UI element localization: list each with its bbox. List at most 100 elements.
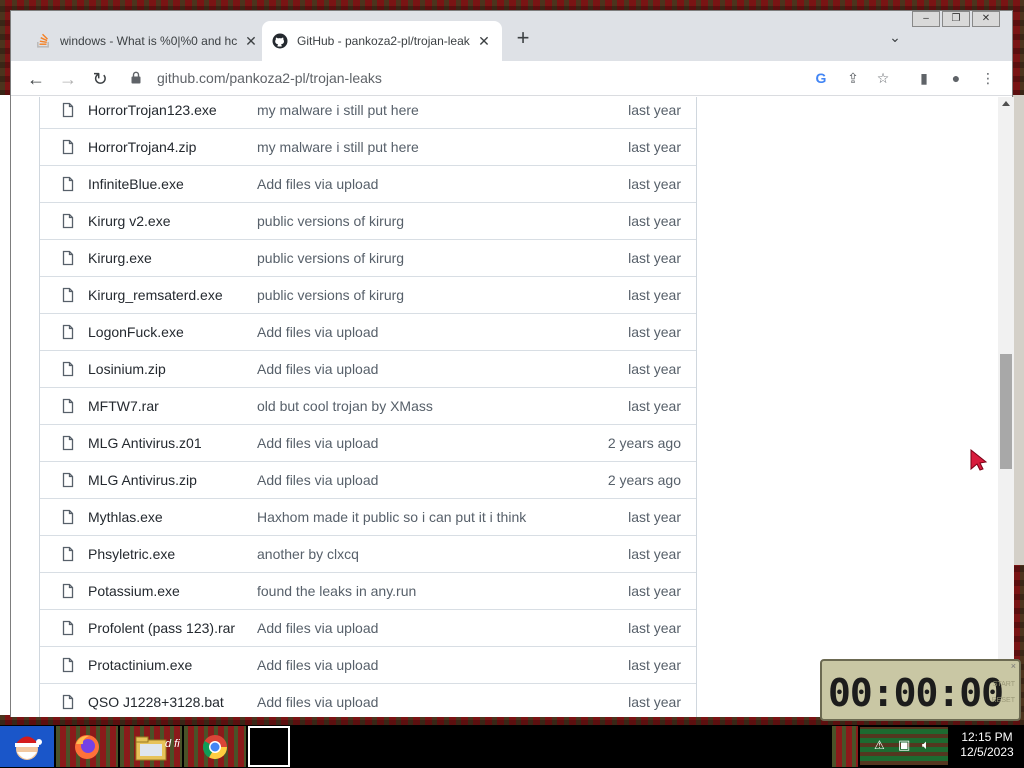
taskbar-chrome[interactable] <box>184 726 246 767</box>
commit-message-link[interactable]: public versions of kirurg <box>257 250 561 266</box>
file-name-link[interactable]: MLG Antivirus.z01 <box>88 435 257 451</box>
commit-message-link[interactable]: another by clxcq <box>257 546 561 562</box>
commit-message-link[interactable]: Add files via upload <box>257 694 561 710</box>
file-name-link[interactable]: InfiniteBlue.exe <box>88 176 257 192</box>
vertical-scrollbar[interactable] <box>998 97 1014 717</box>
tab-search-chevron-icon[interactable]: ⌄ <box>885 29 905 49</box>
close-icon[interactable]: × <box>1011 661 1016 671</box>
commit-message-link[interactable]: Add files via upload <box>257 324 561 340</box>
table-row: Kirurg.exe public versions of kirurg last … <box>40 239 696 276</box>
tab-stackoverflow[interactable]: windows - What is %0|%0 and hc ✕ <box>25 21 269 61</box>
new-tab-button[interactable]: + <box>511 27 535 51</box>
file-name-link[interactable]: Potassium.exe <box>88 583 257 599</box>
bookmark-star-icon[interactable]: ☆ <box>873 68 893 88</box>
back-arrow-icon[interactable]: ← <box>24 67 48 91</box>
commit-message-link[interactable]: found the leaks in any.run <box>257 583 561 599</box>
scrollbar-thumb[interactable] <box>1000 354 1012 469</box>
reload-icon[interactable]: ↻ <box>88 67 112 91</box>
file-name-link[interactable]: MLG Antivirus.zip <box>88 472 257 488</box>
file-name-link[interactable]: HorrorTrojan4.zip <box>88 139 257 155</box>
file-name-link[interactable]: Protactinium.exe <box>88 657 257 673</box>
table-row: Protactinium.exe Add files via upload last… <box>40 646 696 683</box>
tab-strip: windows - What is %0|%0 and hc ✕ GitHub … <box>11 11 1012 61</box>
file-name-link[interactable]: MFTW7.rar <box>88 398 257 414</box>
commit-message-link[interactable]: my malware i still put here <box>257 102 561 118</box>
commit-message-link[interactable]: Add files via upload <box>257 657 561 673</box>
commit-message-link[interactable]: Haxhom made it public so i can put it i … <box>257 509 561 525</box>
commit-message-link[interactable]: old but cool trojan by XMass <box>257 398 561 414</box>
forward-arrow-icon[interactable]: → <box>56 67 80 91</box>
commit-message-link[interactable]: public versions of kirurg <box>257 213 561 229</box>
file-name-link[interactable]: Kirurg.exe <box>88 250 257 266</box>
scroll-up-arrow-icon[interactable] <box>1002 101 1010 106</box>
timer-display: 00:00:00 <box>828 671 1004 715</box>
file-list: HorrorTrojan123.exe my malware i still pu… <box>39 97 697 717</box>
volume-icon[interactable]: 🔈︎ <box>922 737 930 753</box>
commit-age: last year <box>628 398 681 414</box>
tab-title: windows - What is %0|%0 and hc <box>60 34 238 48</box>
file-icon <box>62 287 74 303</box>
table-row: MLG Antivirus.zip Add files via upload 2 y… <box>40 461 696 498</box>
reset-button[interactable]: RESET <box>992 697 1015 704</box>
file-name-link[interactable]: HorrorTrojan123.exe <box>88 102 257 118</box>
close-icon[interactable]: ✕ <box>243 33 259 49</box>
taskbar-cmd[interactable] <box>248 726 290 767</box>
table-row: Kirurg_remsaterd.exe public versions of k… <box>40 276 696 313</box>
commit-message-link[interactable]: Add files via upload <box>257 620 561 636</box>
share-icon[interactable]: ⇪ <box>843 68 863 88</box>
file-name-link[interactable]: LogonFuck.exe <box>88 324 257 340</box>
file-icon <box>62 472 74 488</box>
file-name-link[interactable]: Losinium.zip <box>88 361 257 377</box>
clock[interactable]: 12:15 PM 12/5/2023 <box>950 730 1024 760</box>
close-icon[interactable]: ✕ <box>476 33 492 49</box>
file-icon <box>62 583 74 599</box>
window-controls: – ❐ ✕ <box>912 11 1000 27</box>
file-icon <box>62 546 74 562</box>
file-name-link[interactable]: Profolent (pass 123).rar <box>88 620 257 636</box>
commit-age: last year <box>628 287 681 303</box>
commit-message-link[interactable]: Add files via upload <box>257 435 561 451</box>
commit-message-link[interactable]: Add files via upload <box>257 472 561 488</box>
taskbar-firefox[interactable] <box>56 726 118 767</box>
profile-avatar-icon[interactable]: ● <box>946 68 966 88</box>
side-panel-icon[interactable]: ▮ <box>914 68 934 88</box>
santa-start-icon <box>15 736 42 760</box>
tab-github[interactable]: GitHub - pankoza2-pl/trojan-leak ✕ <box>262 21 502 61</box>
start-button[interactable] <box>0 726 54 767</box>
address-bar[interactable]: github.com/pankoza2-pl/trojan-leaks G ⇪ <box>123 63 865 93</box>
restore-button[interactable]: ❐ <box>942 11 970 27</box>
commit-age: last year <box>628 694 681 710</box>
table-row: Kirurg v2.exe public versions of kirurg la… <box>40 202 696 239</box>
commit-message-link[interactable]: Add files via upload <box>257 176 561 192</box>
commit-age: last year <box>628 361 681 377</box>
commit-age: last year <box>628 546 681 562</box>
file-icon <box>62 213 74 229</box>
table-row: InfiniteBlue.exe Add files via upload last… <box>40 165 696 202</box>
google-lens-icon[interactable]: G <box>811 68 831 88</box>
file-name-link[interactable]: Kirurg_remsaterd.exe <box>88 287 257 303</box>
table-row: MFTW7.rar old but cool trojan by XMass las… <box>40 387 696 424</box>
commit-message-link[interactable]: my malware i still put here <box>257 139 561 155</box>
file-name-link[interactable]: Phsyletric.exe <box>88 546 257 562</box>
file-name-link[interactable]: Mythlas.exe <box>88 509 257 525</box>
file-name-link[interactable]: Kirurg v2.exe <box>88 213 257 229</box>
clock-time: 12:15 PM <box>961 730 1013 744</box>
commit-age: last year <box>628 213 681 229</box>
commit-message-link[interactable]: Add files via upload <box>257 361 561 377</box>
taskbar-label: d fi <box>165 738 180 750</box>
file-icon <box>62 250 74 266</box>
menu-kebab-icon[interactable]: ⋮ <box>978 68 998 88</box>
folder-icon <box>135 736 167 760</box>
taskbar-overflow[interactable] <box>832 726 858 767</box>
commit-age: last year <box>628 176 681 192</box>
github-page: HorrorTrojan123.exe my malware i still pu… <box>11 97 998 717</box>
stackoverflow-icon <box>37 33 49 48</box>
minimize-button[interactable]: – <box>912 11 940 27</box>
commit-message-link[interactable]: public versions of kirurg <box>257 287 561 303</box>
security-alert-icon[interactable]: ⚠ <box>874 738 885 752</box>
start-button[interactable]: START <box>993 681 1015 688</box>
file-name-link[interactable]: QSO J1228+3128.bat <box>88 694 257 710</box>
network-icon[interactable]: ▣ <box>898 737 910 753</box>
background-window-left <box>0 95 10 715</box>
close-button[interactable]: ✕ <box>972 11 1000 27</box>
